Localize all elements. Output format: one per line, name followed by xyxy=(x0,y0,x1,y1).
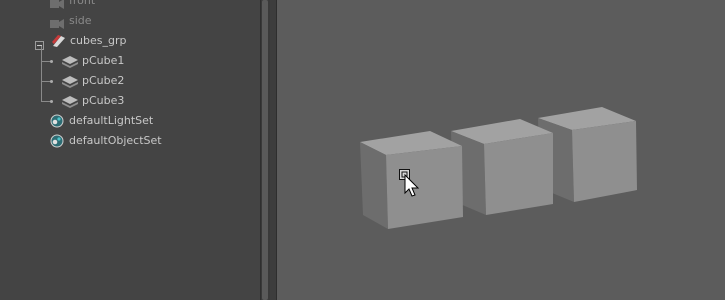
outliner-item-label: pCube2 xyxy=(82,74,125,87)
outliner-item-defaultlightset[interactable]: defaultLightSet xyxy=(0,111,255,131)
outliner-item-label: cubes_grp xyxy=(70,34,127,47)
viewport-scene xyxy=(360,107,637,229)
panel-splitter[interactable] xyxy=(270,0,277,300)
set-icon xyxy=(50,134,64,155)
mouse-cursor-icon xyxy=(399,169,420,197)
outliner-item-label: front xyxy=(69,0,96,7)
outliner-panel: front side cubes_grp pCube1 pCube2 pCube… xyxy=(0,0,260,300)
outliner-item-defaultobjectset[interactable]: defaultObjectSet xyxy=(0,131,255,151)
outliner-item-label: defaultLightSet xyxy=(69,114,154,127)
viewport-3d[interactable] xyxy=(277,0,725,300)
outliner-item-cubes-grp[interactable]: cubes_grp xyxy=(0,31,255,51)
scrollbar-thumb[interactable] xyxy=(262,0,268,300)
outliner-item-pcube1[interactable]: pCube1 xyxy=(0,51,255,71)
outliner-item-pcube2[interactable]: pCube2 xyxy=(0,71,255,91)
outliner-item-label: pCube3 xyxy=(82,94,125,107)
outliner-item-side[interactable]: side xyxy=(0,11,255,31)
pcube2-mesh[interactable] xyxy=(451,119,553,215)
outliner-item-front[interactable]: front xyxy=(0,0,255,11)
outliner-item-label: pCube1 xyxy=(82,54,125,67)
outliner-item-label: defaultObjectSet xyxy=(69,134,162,147)
outliner-item-pcube3[interactable]: pCube3 xyxy=(0,91,255,111)
outliner-item-label: side xyxy=(69,14,92,27)
